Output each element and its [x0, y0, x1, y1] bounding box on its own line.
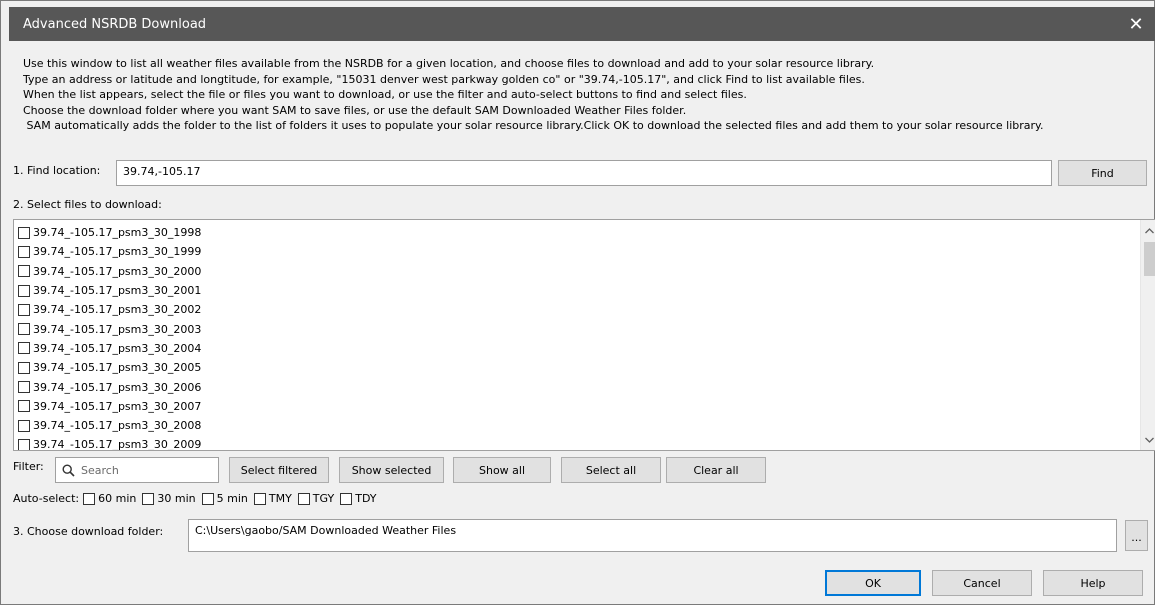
list-item[interactable]: 39.74_-105.17_psm3_30_2003: [18, 319, 201, 338]
filter-label: Filter:: [13, 460, 44, 473]
select-all-button[interactable]: Select all: [561, 457, 661, 483]
chevron-down-icon[interactable]: [1141, 431, 1155, 448]
show-all-button[interactable]: Show all: [453, 457, 551, 483]
checkbox[interactable]: [340, 492, 353, 505]
file-name: 39.74_-105.17_psm3_30_2001: [33, 284, 202, 298]
file-name: 39.74_-105.17_psm3_30_2000: [33, 264, 202, 278]
search-icon: [62, 463, 75, 477]
checkbox[interactable]: [201, 492, 214, 505]
auto-select-label: Auto-select:: [13, 492, 80, 505]
file-checkbox[interactable]: [18, 361, 30, 374]
ok-button[interactable]: OK: [825, 570, 921, 596]
auto-select-tgy[interactable]: TGY: [297, 492, 335, 505]
file-checkbox[interactable]: [18, 284, 30, 297]
show-selected-button[interactable]: Show selected: [339, 457, 444, 483]
auto-select-60min[interactable]: 60 min: [83, 492, 136, 505]
checkbox[interactable]: [253, 492, 266, 505]
title-bar[interactable]: Advanced NSRDB Download ✕: [9, 7, 1155, 41]
file-name: 39.74_-105.17_psm3_30_2002: [33, 303, 202, 317]
cancel-button[interactable]: Cancel: [932, 570, 1032, 596]
file-name: 39.74_-105.17_psm3_30_2006: [33, 380, 202, 394]
option-label: TGY: [312, 492, 335, 505]
list-item[interactable]: 39.74_-105.17_psm3_30_2006: [18, 377, 201, 396]
list-item[interactable]: 39.74_-105.17_psm3_30_2007: [18, 397, 201, 416]
location-input[interactable]: 39.74,-105.17: [116, 160, 1052, 186]
option-label: 30 min: [157, 492, 196, 505]
file-checkbox[interactable]: [18, 323, 30, 336]
nsrdb-download-dialog: Advanced NSRDB Download ✕ Use this windo…: [0, 0, 1155, 605]
dialog-title: Advanced NSRDB Download: [23, 16, 207, 32]
file-checkbox[interactable]: [18, 265, 30, 278]
list-item[interactable]: 39.74_-105.17_psm3_30_2009: [18, 435, 202, 451]
auto-select-30min[interactable]: 30 min: [142, 492, 196, 505]
file-name: 39.74_-105.17_psm3_30_1999: [33, 245, 202, 259]
help-button[interactable]: Help: [1043, 570, 1143, 596]
find-location-label: 1. Find location:: [13, 164, 101, 177]
list-item[interactable]: 39.74_-105.17_psm3_30_2002: [18, 300, 201, 319]
instruction-line: Type an address or latitude and longtitu…: [23, 72, 865, 86]
auto-select-tdy[interactable]: TDY: [340, 492, 377, 505]
instruction-line: SAM automatically adds the folder to the…: [23, 119, 1044, 132]
auto-select-tmy[interactable]: TMY: [253, 492, 292, 505]
option-label: TDY: [355, 492, 377, 505]
file-checkbox[interactable]: [18, 400, 30, 413]
file-checkbox[interactable]: [18, 226, 30, 239]
file-name: 39.74_-105.17_psm3_30_2005: [33, 361, 202, 375]
close-icon[interactable]: ✕: [1124, 12, 1148, 36]
list-item[interactable]: 39.74_-105.17_psm3_30_2000: [18, 262, 201, 281]
checkbox[interactable]: [142, 492, 155, 505]
checkbox[interactable]: [83, 492, 96, 505]
browse-folder-button[interactable]: ...: [1125, 520, 1148, 551]
auto-select-group: Auto-select: 60 min 30 min 5 min TMY TGY…: [13, 492, 383, 505]
scrollbar-thumb[interactable]: [1144, 242, 1155, 276]
file-list[interactable]: 39.74_-105.17_psm3_30_1998 39.74_-105.17…: [13, 219, 1155, 451]
file-name: 39.74_-105.17_psm3_30_2009: [33, 438, 202, 451]
search-input[interactable]: Search: [55, 457, 219, 483]
download-folder-input[interactable]: C:\Users\gaobo/SAM Downloaded Weather Fi…: [188, 519, 1117, 552]
file-checkbox[interactable]: [18, 303, 30, 316]
file-name: 39.74_-105.17_psm3_30_2003: [33, 322, 202, 336]
file-name: 39.74_-105.17_psm3_30_2004: [33, 341, 202, 355]
option-label: TMY: [268, 492, 292, 505]
file-name: 39.74_-105.17_psm3_30_2007: [33, 399, 202, 413]
instructions: Use this window to list all weather file…: [23, 56, 1148, 134]
download-folder-label: 3. Choose download folder:: [13, 525, 164, 538]
file-name: 39.74_-105.17_psm3_30_2008: [33, 419, 202, 433]
file-checkbox[interactable]: [18, 342, 30, 355]
vertical-scrollbar[interactable]: [1140, 220, 1155, 450]
find-button[interactable]: Find: [1058, 160, 1147, 186]
option-label: 5 min: [216, 492, 248, 505]
list-item[interactable]: 39.74_-105.17_psm3_30_1999: [18, 242, 201, 261]
checkbox[interactable]: [297, 492, 310, 505]
instruction-line: Use this window to list all weather file…: [23, 57, 875, 70]
file-checkbox[interactable]: [18, 245, 30, 258]
list-item[interactable]: 39.74_-105.17_psm3_30_2001: [18, 281, 201, 300]
select-files-label: 2. Select files to download:: [13, 198, 162, 211]
list-item[interactable]: 39.74_-105.17_psm3_30_1998: [18, 223, 201, 242]
list-item[interactable]: 39.74_-105.17_psm3_30_2004: [18, 339, 201, 358]
file-checkbox[interactable]: [18, 419, 30, 432]
file-checkbox[interactable]: [18, 381, 30, 394]
select-filtered-button[interactable]: Select filtered: [229, 457, 329, 483]
auto-select-5min[interactable]: 5 min: [201, 492, 248, 505]
list-item[interactable]: 39.74_-105.17_psm3_30_2005: [18, 358, 201, 377]
file-name: 39.74_-105.17_psm3_30_1998: [33, 226, 202, 240]
option-label: 60 min: [98, 492, 137, 505]
instruction-line: When the list appears, select the file o…: [23, 88, 747, 101]
list-item[interactable]: 39.74_-105.17_psm3_30_2008: [18, 416, 201, 435]
file-checkbox[interactable]: [18, 438, 30, 450]
chevron-up-icon[interactable]: [1141, 222, 1155, 239]
clear-all-button[interactable]: Clear all: [666, 457, 766, 483]
instruction-line: Choose the download folder where you wan…: [23, 103, 687, 117]
search-placeholder: Search: [81, 463, 119, 477]
